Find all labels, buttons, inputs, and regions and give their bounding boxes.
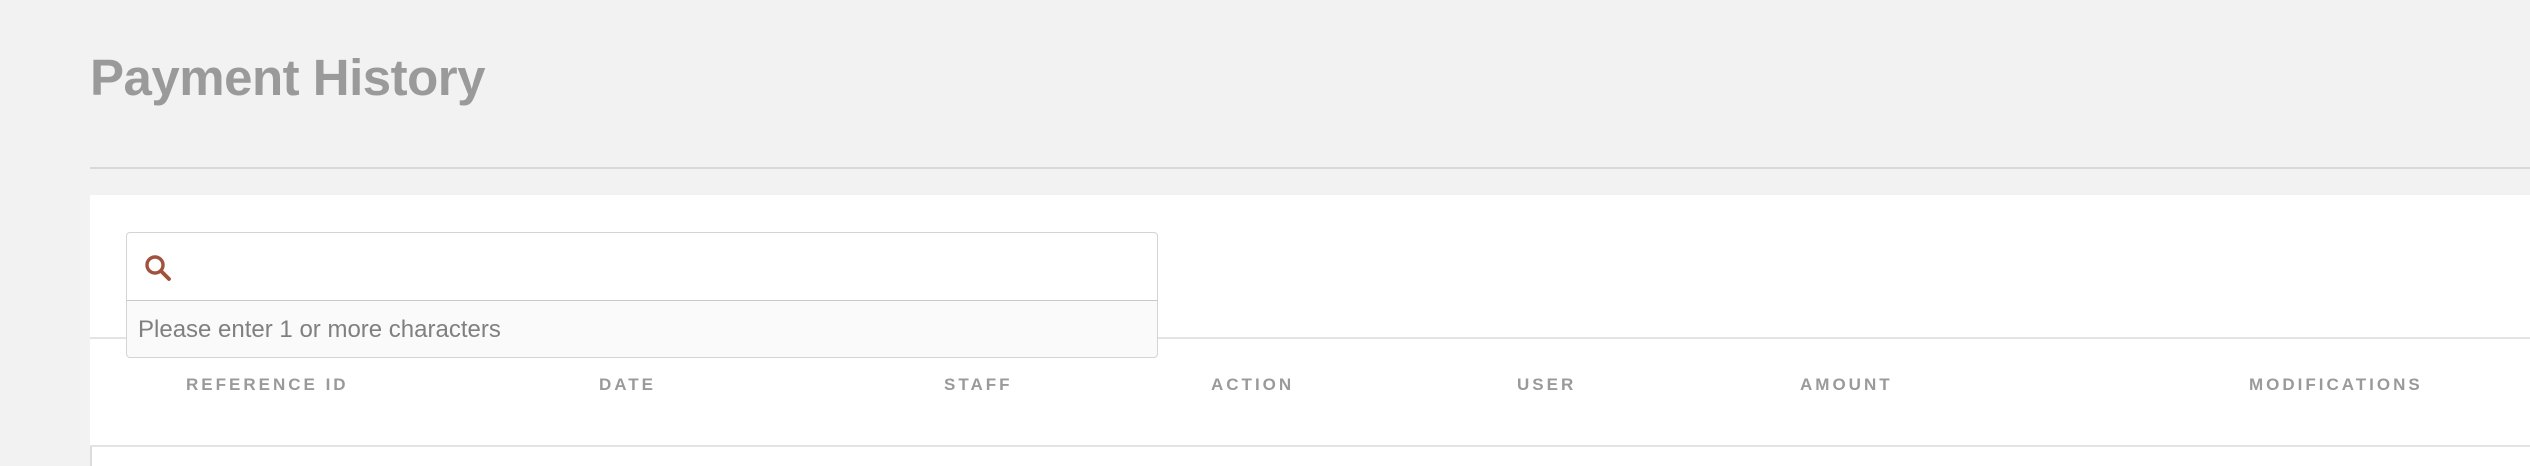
column-header-user[interactable]: USER <box>1517 375 1576 395</box>
search-combobox: Please enter 1 or more characters <box>126 232 1158 358</box>
payment-history-panel: REFERENCE ID DATE STAFF ACTION USER AMOU… <box>90 195 2530 466</box>
column-header-reference-id[interactable]: REFERENCE ID <box>186 375 349 395</box>
title-divider <box>90 167 2530 169</box>
table-header-divider <box>90 445 2530 447</box>
column-header-action[interactable]: ACTION <box>1211 375 1294 395</box>
search-box[interactable] <box>126 232 1158 301</box>
column-header-amount[interactable]: AMOUNT <box>1800 375 1893 395</box>
column-header-date[interactable]: DATE <box>599 375 656 395</box>
search-hint-dropdown: Please enter 1 or more characters <box>126 301 1158 358</box>
search-hint-text: Please enter 1 or more characters <box>138 316 501 343</box>
column-header-modifications[interactable]: MODIFICATIONS <box>2249 375 2423 395</box>
column-header-staff[interactable]: STAFF <box>944 375 1013 395</box>
page-title: Payment History <box>90 49 485 106</box>
search-input[interactable] <box>185 241 1139 293</box>
search-icon <box>145 255 171 281</box>
panel-edge <box>90 446 92 466</box>
